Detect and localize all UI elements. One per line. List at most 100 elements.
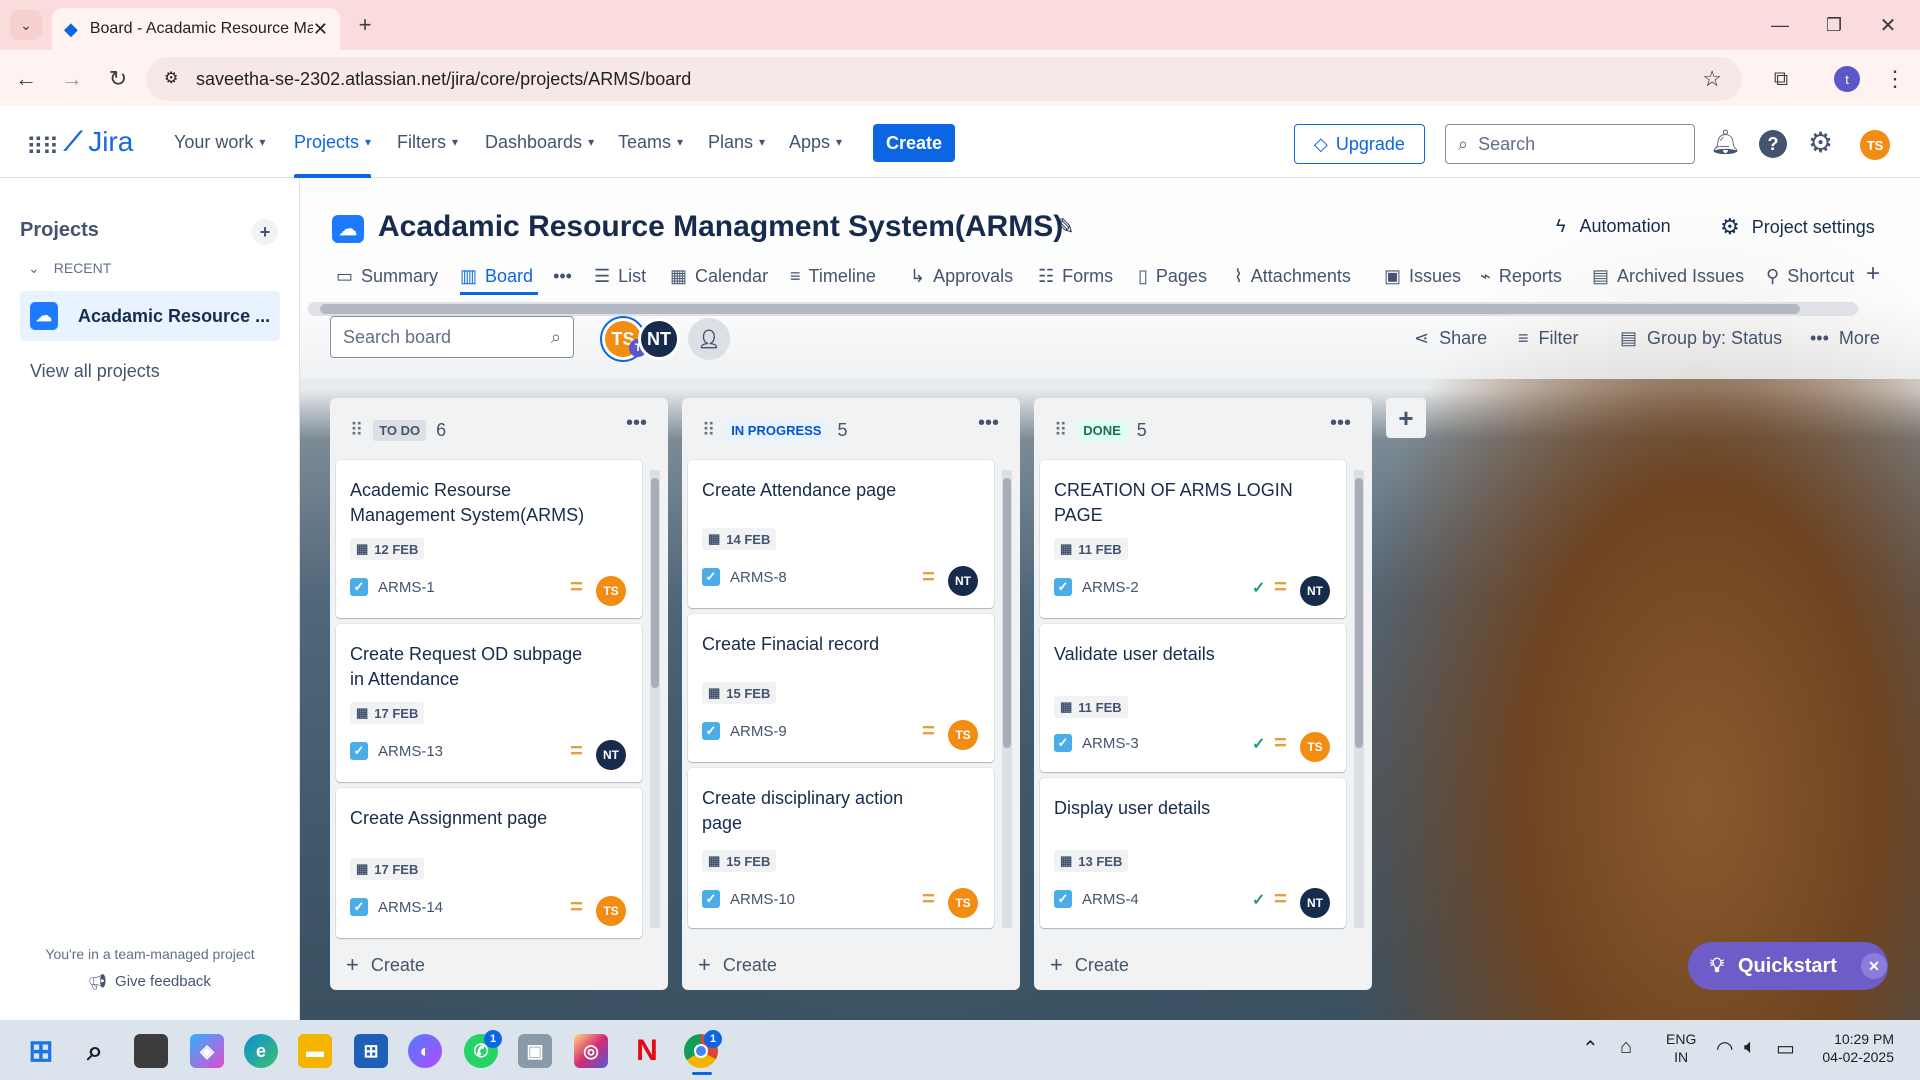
close-quickstart-icon[interactable]: ✕ xyxy=(1860,953,1887,979)
language-indicator[interactable]: ENG IN xyxy=(1666,1030,1696,1066)
assignee-avatar[interactable]: NT xyxy=(1300,888,1330,918)
tab-pages[interactable]: ▯ Pages xyxy=(1138,256,1207,296)
column-scrollbar[interactable] xyxy=(1002,470,1012,928)
browser-tab[interactable]: ◆ Board - Acadamic Resource Ma ✕ xyxy=(52,8,340,50)
issue-card[interactable]: CREATION OF ARMS LOGIN PAGE ▦ 11 FEB ✓ ARM… xyxy=(1040,460,1346,618)
assignee-avatar[interactable]: NT xyxy=(948,566,978,596)
clock[interactable]: 10:29 PM 04-02-2025 xyxy=(1810,1030,1894,1066)
windows-start-icon[interactable]: ⊞ xyxy=(24,1034,58,1068)
minimize-icon[interactable]: — xyxy=(1762,10,1798,40)
add-people-icon[interactable]: 👤︎ xyxy=(688,318,730,360)
more-dots-icon[interactable]: ••• xyxy=(553,266,572,287)
issue-card[interactable]: Validate user details ▦ 11 FEB ✓ ARMS-3 ✓ … xyxy=(1040,624,1346,772)
issue-card[interactable]: Display user details ▦ 13 FEB ✓ ARMS-4 ✓ =… xyxy=(1040,778,1346,928)
give-feedback-link[interactable]: 📢︎ Give feedback xyxy=(88,973,211,991)
scrollbar-thumb[interactable] xyxy=(1355,478,1363,748)
project-settings-button[interactable]: ⚙ Project settings xyxy=(1720,214,1875,240)
netflix-icon[interactable]: N xyxy=(630,1034,664,1068)
nav-plans[interactable]: Plans ▾ xyxy=(708,106,765,178)
add-column-button[interactable]: + xyxy=(1386,398,1426,438)
instagram-icon[interactable]: ◎ xyxy=(574,1034,608,1068)
automation-button[interactable]: ϟ Automation xyxy=(1556,216,1671,237)
column-scrollbar[interactable] xyxy=(1354,470,1364,928)
wifi-icon[interactable]: ◠ xyxy=(1716,1036,1733,1061)
avatar-filter-nt[interactable]: NT xyxy=(638,318,680,360)
nav-projects[interactable]: Projects ▾ xyxy=(294,106,372,178)
create-issue-button[interactable]: + Create xyxy=(698,952,777,978)
profile-avatar[interactable]: t xyxy=(1834,66,1860,92)
drag-handle-icon[interactable]: ⠿ xyxy=(350,420,363,441)
scrollbar-thumb[interactable] xyxy=(651,478,659,688)
drag-handle-icon[interactable]: ⠿ xyxy=(702,420,715,441)
tray-network-icon[interactable]: ⌂ xyxy=(1620,1036,1632,1059)
create-issue-button[interactable]: + Create xyxy=(346,952,425,978)
scrollbar-thumb[interactable] xyxy=(320,304,1800,314)
extensions-icon[interactable]: ⧉ xyxy=(1764,62,1798,96)
assignee-avatar[interactable]: TS xyxy=(948,720,978,750)
tab-reports[interactable]: ⌁ Reports xyxy=(1480,256,1562,296)
app-switcher-icon[interactable]: ⠿⠿ xyxy=(26,133,59,162)
tab-list[interactable]: ☰ List xyxy=(594,256,646,296)
theme-paint-icon[interactable]: ✎ xyxy=(1056,214,1074,240)
issue-card[interactable]: Academic Resourse Management System(ARMS… xyxy=(336,460,642,618)
tab-board[interactable]: ▥ Board ••• xyxy=(460,256,572,296)
assignee-avatar[interactable]: TS xyxy=(596,896,626,926)
tab-attachments[interactable]: ⌇ Attachments xyxy=(1234,256,1351,296)
help-icon[interactable]: ? xyxy=(1759,130,1787,158)
search-board-input[interactable]: Search board ⌕ xyxy=(330,316,574,358)
drag-handle-icon[interactable]: ⠿ xyxy=(1054,420,1067,441)
site-info-icon[interactable]: ⚙ xyxy=(164,68,178,88)
volume-icon[interactable]: 🔈︎ xyxy=(1744,1036,1756,1059)
global-search-input[interactable]: ⌕ Search xyxy=(1445,124,1695,164)
file-explorer-icon[interactable]: ▬ xyxy=(298,1034,332,1068)
nav-apps[interactable]: Apps ▾ xyxy=(789,106,842,178)
share-button[interactable]: ⋖ Share xyxy=(1414,328,1487,349)
taskbar-search-icon[interactable]: ⌕ xyxy=(78,1034,112,1068)
assignee-avatar[interactable]: TS xyxy=(948,888,978,918)
tab-approvals[interactable]: ↳ Approvals xyxy=(910,256,1013,296)
tabs-scrollbar[interactable] xyxy=(308,302,1858,316)
nav-filters[interactable]: Filters ▾ xyxy=(397,106,458,178)
bookmark-star-icon[interactable]: ☆ xyxy=(1702,66,1722,92)
tray-chevron-up-icon[interactable]: ⌃ xyxy=(1582,1036,1599,1061)
column-scrollbar[interactable] xyxy=(650,470,660,928)
group-by-button[interactable]: ▤ Group by: Status xyxy=(1620,328,1782,349)
add-tab-icon[interactable]: + xyxy=(1866,260,1880,288)
tab-timeline[interactable]: ≡ Timeline xyxy=(790,256,876,296)
tab-calendar[interactable]: ▦ Calendar xyxy=(670,256,768,296)
assignee-avatar[interactable]: NT xyxy=(1300,576,1330,606)
view-all-projects-link[interactable]: View all projects xyxy=(30,361,160,382)
tab-forms[interactable]: ☷ Forms xyxy=(1038,256,1113,296)
recent-toggle[interactable]: ⌄ RECENT xyxy=(28,260,111,277)
maximize-icon[interactable]: ❐ xyxy=(1816,10,1852,40)
notifications-icon[interactable]: 🔔︎ xyxy=(1710,128,1740,157)
tab-archived-issues[interactable]: ▤ Archived Issues xyxy=(1592,256,1744,296)
photos-icon[interactable]: ▣ xyxy=(518,1034,552,1068)
issue-card[interactable]: Create Request OD subpage in Attendance … xyxy=(336,624,642,782)
copilot-icon[interactable]: ◈ xyxy=(190,1034,224,1068)
reload-icon[interactable]: ↻ xyxy=(102,64,134,94)
new-tab-icon[interactable]: + xyxy=(350,12,380,38)
settings-gear-icon[interactable]: ⚙ xyxy=(1808,126,1833,159)
browser-menu-icon[interactable]: ⋮ xyxy=(1880,62,1910,96)
tab-summary[interactable]: ▭ Summary xyxy=(336,256,438,296)
column-menu-icon[interactable]: ••• xyxy=(626,412,647,435)
sidebar-item-project[interactable]: ☁ Acadamic Resource ... xyxy=(20,291,280,341)
jira-logo[interactable]: ⟋ Jira xyxy=(64,126,133,158)
assignee-avatar[interactable]: TS xyxy=(1300,732,1330,762)
tab-issues[interactable]: ▣ Issues xyxy=(1384,256,1461,296)
store-icon[interactable]: ⊞ xyxy=(354,1034,388,1068)
close-window-icon[interactable]: ✕ xyxy=(1870,10,1906,40)
issue-card[interactable]: Create Attendance page ▦ 14 FEB ✓ ARMS-8 =… xyxy=(688,460,994,608)
nav-dashboards[interactable]: Dashboards ▾ xyxy=(485,106,594,178)
tab-shortcut[interactable]: ⚲ Shortcut xyxy=(1766,256,1860,296)
assignee-avatar[interactable]: TS xyxy=(596,576,626,606)
task-view-icon[interactable] xyxy=(134,1034,168,1068)
nav-teams[interactable]: Teams ▾ xyxy=(618,106,683,178)
filter-button[interactable]: ≡ Filter xyxy=(1518,328,1579,349)
scrollbar-thumb[interactable] xyxy=(1003,478,1011,748)
url-input[interactable]: ⚙ saveetha-se-2302.atlassian.net/jira/co… xyxy=(146,57,1742,101)
user-avatar[interactable]: TS xyxy=(1860,130,1890,160)
app-icon[interactable]: ◐ xyxy=(408,1034,442,1068)
tab-search-icon[interactable]: ⌄ xyxy=(10,10,42,40)
